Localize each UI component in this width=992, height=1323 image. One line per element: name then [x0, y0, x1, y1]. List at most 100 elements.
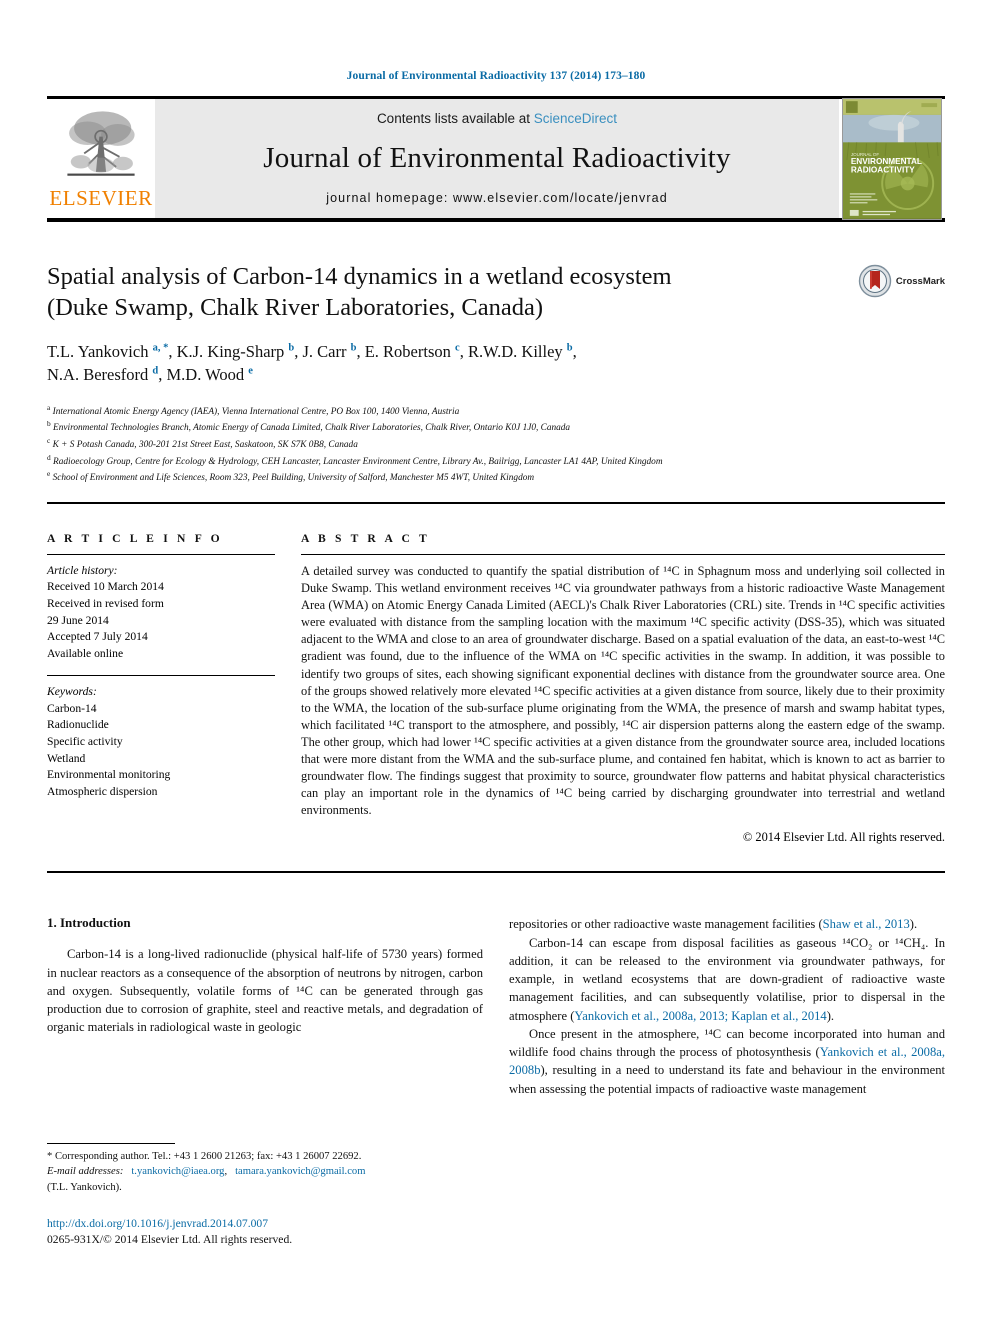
history-item: 29 June 2014 [47, 613, 109, 627]
author-entry: N.A. Beresford d [47, 365, 158, 384]
author-marks: d [152, 365, 159, 377]
body-column-right: repositories or other radioactive waste … [509, 915, 945, 1098]
journal-title: Journal of Environmental Radioactivity [263, 142, 731, 174]
para-text-tail: ), resulting in a need to understand its… [509, 1063, 945, 1096]
journal-masthead: ELSEVIER Contents lists available at Sci… [47, 96, 945, 222]
affiliation-text: International Atomic Energy Agency (IAEA… [52, 406, 460, 417]
author-list: T.L. Yankovich a, *, K.J. King-Sharp b, … [47, 341, 577, 385]
history-item: Accepted 7 July 2014 [47, 630, 148, 644]
author-marks: b [566, 342, 573, 354]
contents-prefix: Contents lists available at [376, 111, 534, 126]
sciencedirect-link[interactable]: ScienceDirect [534, 111, 617, 126]
footnote-block: * Corresponding author. Tel.: +43 1 2600… [47, 1143, 479, 1195]
history-item: Received in revised form [47, 597, 164, 610]
author-name: T.L. Yankovich [47, 341, 149, 361]
keywords-label: Keywords: [47, 685, 97, 699]
intro-paragraph-right-3: Once present in the atmosphere, ¹⁴C can … [509, 1025, 945, 1098]
affiliation-item: a International Atomic Energy Agency (IA… [47, 403, 945, 420]
abstract-column: A B S T R A C T A detailed survey was co… [301, 532, 945, 846]
email-link-secondary[interactable]: tamara.yankovich@gmail.com [235, 1166, 365, 1177]
keyword-item: Wetland [47, 751, 86, 765]
running-head: Journal of Environmental Radioactivity 1… [346, 70, 646, 82]
intro-paragraph-right-2: Carbon-14 can escape from disposal facil… [509, 934, 945, 1025]
abstract-rule [301, 553, 945, 555]
affiliation-text: School of Environment and Life Sciences,… [52, 473, 535, 484]
affiliation-text: K + S Potash Canada, 300-201 21st Street… [52, 439, 358, 450]
author-name: N.A. Beresford [47, 365, 149, 385]
author-entry: R.W.D. Killey b [468, 342, 573, 361]
svg-text:RADIOACTIVITY: RADIOACTIVITY [851, 165, 915, 174]
keyword-item: Radionuclide [47, 718, 109, 732]
affiliation-list: a International Atomic Energy Agency (IA… [47, 403, 945, 486]
affiliation-divider [47, 501, 945, 504]
email-label: E-mail addresses: [47, 1166, 124, 1178]
article-info-heading: A R T I C L E I N F O [47, 531, 223, 545]
author-marks: a, * [152, 342, 169, 354]
affiliation-mark: b [47, 419, 51, 429]
intro-paragraph-left: Carbon-14 is a long-lived radionuclide (… [47, 947, 483, 1035]
keywords-rule [47, 675, 275, 677]
svg-text:ENVIRONMENTAL: ENVIRONMENTAL [851, 156, 922, 165]
masthead-center: Contents lists available at ScienceDirec… [155, 99, 839, 218]
citation-link[interactable]: Shaw et al., 2013 [823, 917, 910, 931]
email-separator: , [224, 1166, 228, 1178]
contents-available-line: Contents lists available at ScienceDirec… [377, 111, 617, 126]
keyword-item: Carbon-14 [47, 701, 97, 715]
body-column-left: 1. Introduction Carbon-14 is a long-live… [47, 915, 483, 1098]
article-history-label: Article history: [47, 563, 118, 577]
footer-block: http://dx.doi.org/10.1016/j.jenvrad.2014… [47, 1216, 497, 1248]
author-entry: K.J. King-Sharp b [177, 342, 295, 361]
title-block: CrossMark Spatial analysis of Carbon-14 … [47, 262, 945, 387]
crossmark-icon [858, 264, 892, 298]
keyword-item: Specific activity [47, 735, 123, 749]
footnote-rule [47, 1143, 175, 1144]
affiliation-item: d Radioecology Group, Centre for Ecology… [47, 453, 945, 470]
affiliation-mark: d [47, 452, 51, 462]
author-marks: e [248, 365, 253, 377]
article-info-column: A R T I C L E I N F O Article history: R… [47, 532, 275, 846]
journal-cover-thumbnail: JOURNAL OF ENVIRONMENTAL RADIOACTIVITY [842, 97, 942, 220]
body-columns: 1. Introduction Carbon-14 is a long-live… [47, 915, 945, 1098]
author-entry: E. Robertson c [365, 342, 460, 361]
info-abstract-region: A R T I C L E I N F O Article history: R… [47, 532, 945, 846]
elsevier-tree-icon [67, 111, 135, 176]
citation-link[interactable]: Yankovich et al., 2008a, 2013; Kaplan et… [574, 1009, 826, 1023]
author-marks: b [350, 342, 357, 354]
affiliation-mark: e [47, 469, 51, 479]
para-text-tail: ). [826, 1008, 835, 1023]
author-entry: M.D. Wood e [166, 365, 252, 384]
affiliation-mark: a [47, 402, 51, 412]
abstract-copyright: © 2014 Elsevier Ltd. All rights reserved… [742, 830, 945, 845]
affiliation-item: e School of Environment and Life Science… [47, 469, 945, 486]
abstract-heading: A B S T R A C T [301, 531, 430, 545]
email-owner-note: (T.L. Yankovich). [47, 1181, 122, 1193]
doi-link[interactable]: http://dx.doi.org/10.1016/j.jenvrad.2014… [47, 1216, 497, 1232]
affiliation-item: b Environmental Technologies Branch, Ato… [47, 419, 945, 436]
email-addresses-note: E-mail addresses: t.yankovich@iaea.org, … [47, 1164, 479, 1179]
crossmark-label: CrossMark [895, 275, 945, 287]
keyword-item: Environmental monitoring [47, 768, 171, 782]
email-link-primary[interactable]: t.yankovich@iaea.org [131, 1166, 224, 1177]
title-line-1: Spatial analysis of Carbon-14 dynamics i… [47, 263, 672, 290]
author-marks: c [455, 342, 460, 354]
elsevier-branding: ELSEVIER [47, 99, 155, 218]
author-name: M.D. Wood [166, 365, 245, 385]
issn-copyright-line: 0265-931X/© 2014 Elsevier Ltd. All right… [47, 1233, 293, 1247]
affiliation-mark: c [47, 435, 51, 445]
journal-homepage-link[interactable]: journal homepage: www.elsevier.com/locat… [326, 191, 668, 205]
author-marks: b [288, 342, 295, 354]
history-item: Available online [47, 646, 124, 660]
corresponding-author-note: * Corresponding author. Tel.: +43 1 2600… [47, 1151, 362, 1162]
abstract-text: A detailed survey was conducted to quant… [301, 563, 945, 818]
abstract-bottom-divider [47, 871, 945, 874]
title-line-2: (Duke Swamp, Chalk River Laboratories, C… [47, 293, 543, 321]
crossmark-badge[interactable]: CrossMark [858, 264, 945, 298]
para-text-tail: ). [909, 917, 918, 932]
author-name: J. Carr [302, 341, 347, 361]
journal-cover-container: JOURNAL OF ENVIRONMENTAL RADIOACTIVITY [839, 97, 945, 220]
author-name: E. Robertson [364, 341, 451, 361]
page-title: Spatial analysis of Carbon-14 dynamics i… [47, 262, 787, 324]
intro-paragraph-right-1: repositories or other radioactive waste … [509, 915, 945, 933]
affiliation-text: Environmental Technologies Branch, Atomi… [53, 423, 571, 434]
